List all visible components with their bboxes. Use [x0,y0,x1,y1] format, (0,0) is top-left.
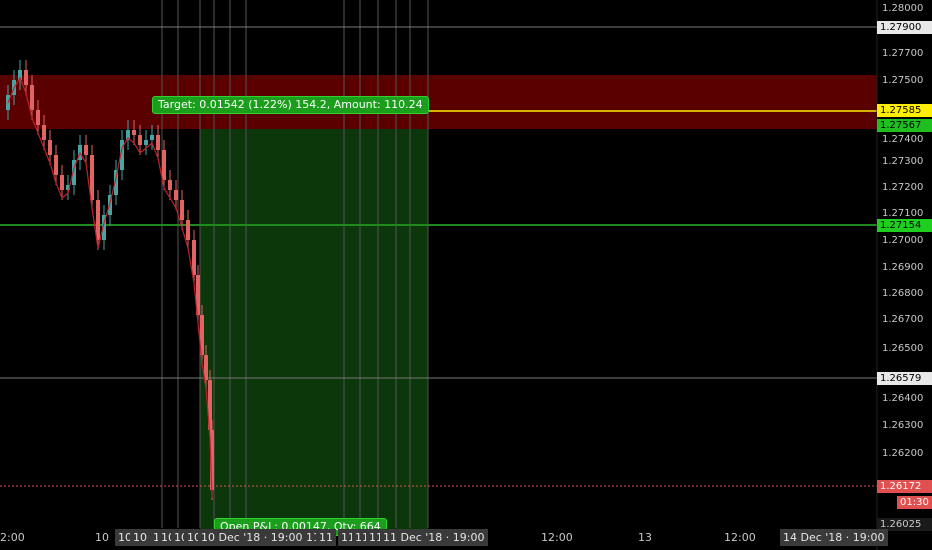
candle-body [132,130,136,135]
candle-body [180,200,184,220]
price-axis-tick: 1.26400 [882,393,924,404]
price-axis-tick: 1.27400 [882,134,924,145]
price-tag-high-level: 1.27900 [877,21,932,34]
time-axis-tick: 11 Dec '18 · 19:00 [380,529,488,546]
candle-body [84,145,88,155]
candle-body [144,140,148,145]
candle-body [156,135,160,150]
trading-chart-window[interactable]: 1.280001.278001.277001.275001.274001.273… [0,0,932,550]
time-axis-tick: 13 [638,531,652,544]
candle-body [42,125,46,140]
price-chart[interactable] [0,0,932,550]
candle-body [24,70,28,85]
price-axis-tick: 1.26900 [882,262,924,273]
price-tag-target: 1.27585 [877,104,932,117]
candle-body [96,200,100,240]
candle-body [30,85,34,110]
price-axis-tick: 1.26300 [882,420,924,431]
candle-body [138,135,142,145]
candle-body [192,240,196,275]
price-axis-tick: 1.27300 [882,156,924,167]
candle-body [174,190,178,200]
price-axis-tick: 1.26500 [882,343,924,354]
candle-body [36,110,40,125]
candle-body [150,135,154,140]
time-axis-tick: 11 [316,529,336,546]
profit-target-zone[interactable] [200,129,428,529]
price-axis-tick: 1.27700 [882,48,924,59]
moving-average-line [7,76,213,499]
price-axis-tick: 1.27500 [882,75,924,86]
candle-body [54,155,58,175]
time-axis-tick: 12:00 [541,531,573,544]
time-axis-tick: 2:00 [0,531,25,544]
stop-loss-zone[interactable] [0,75,877,129]
price-axis-tick: 1.26700 [882,314,924,325]
candle-body [48,140,52,155]
price-tag-current: 1.26172 [877,480,932,493]
time-axis-tick: 10 [130,529,150,546]
candle-body [162,150,166,180]
candle-body [168,180,172,190]
price-axis-tick: 1.26200 [882,448,924,459]
time-axis-tick: 10 [95,531,109,544]
time-axis-tick: 12:00 [724,531,756,544]
price-tag-entry: 1.27154 [877,219,932,232]
price-tag-stop: 1.27567 [877,119,932,132]
time-axis-tick: 10 Dec '18 · 19:00 [198,529,306,546]
target-label[interactable]: Target: 0.01542 (1.22%) 154.2, Amount: 1… [152,96,429,114]
candle-body [186,220,190,240]
price-axis-tick: 1.27000 [882,235,924,246]
price-axis-tick: 1.27200 [882,182,924,193]
time-axis-tick: 14 Dec '18 · 19:00 [780,529,888,546]
price-axis-tick: 1.28000 [882,3,924,14]
candle-body [60,175,64,190]
price-tag-level: 1.26579 [877,372,932,385]
price-axis-tick: 1.26800 [882,288,924,299]
countdown-timer: 01:30 [897,496,932,509]
